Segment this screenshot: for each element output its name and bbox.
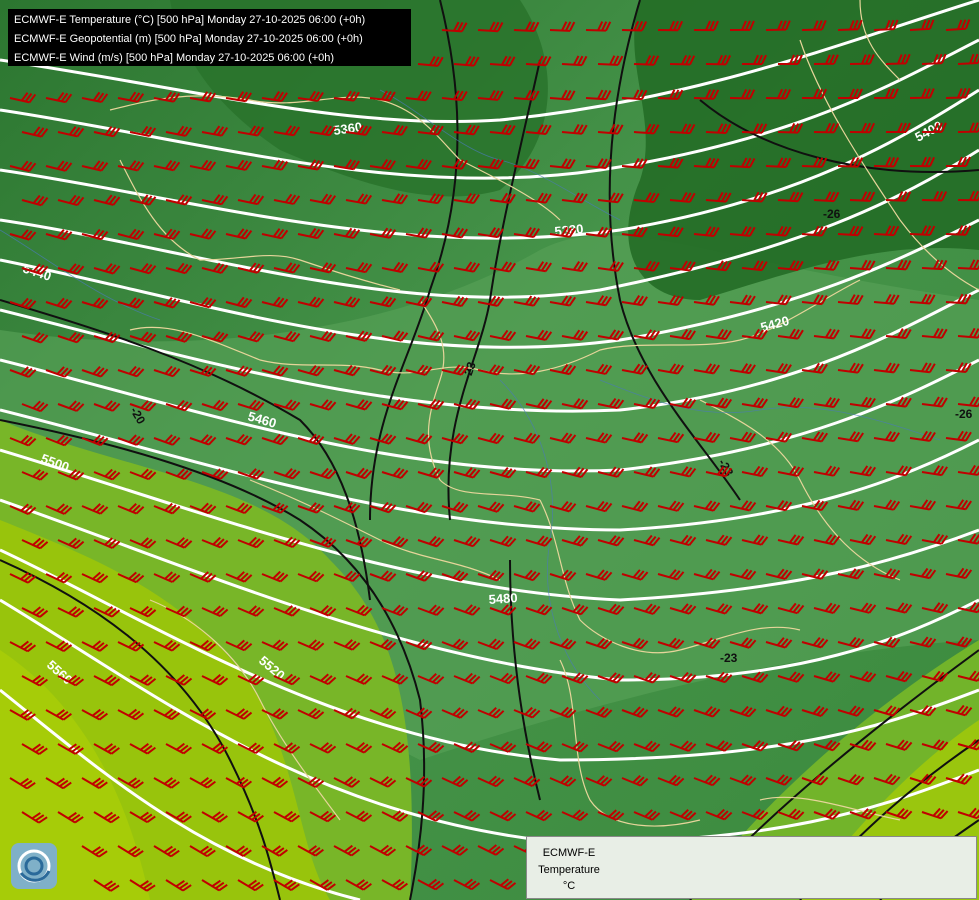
legend-variable: Temperature (538, 864, 600, 876)
header-line-wind: ECMWF-E Wind (m/s) [500 hPa] Monday 27-1… (14, 52, 335, 64)
logo-icon (11, 843, 57, 889)
weather-map: 5360 5380 5400 5420 5440 5460 5480 5500 … (0, 0, 979, 900)
isotherm-label: -26 (823, 207, 841, 221)
map-header: ECMWF-E Temperature (°C) [500 hPa] Monda… (8, 9, 411, 66)
contour-label: 5480 (488, 590, 518, 607)
legend-model: ECMWF-E (542, 847, 596, 859)
legend-unit: °C (562, 880, 576, 892)
isotherm-label: -26 (955, 407, 973, 421)
isotherm-label: -23 (720, 651, 738, 665)
header-line-temperature: ECMWF-E Temperature (°C) [500 hPa] Monda… (14, 14, 366, 26)
header-line-geopotential: ECMWF-E Geopotential (m) [500 hPa] Monda… (14, 33, 363, 45)
legend-box: ECMWF-E Temperature °C (526, 836, 977, 899)
